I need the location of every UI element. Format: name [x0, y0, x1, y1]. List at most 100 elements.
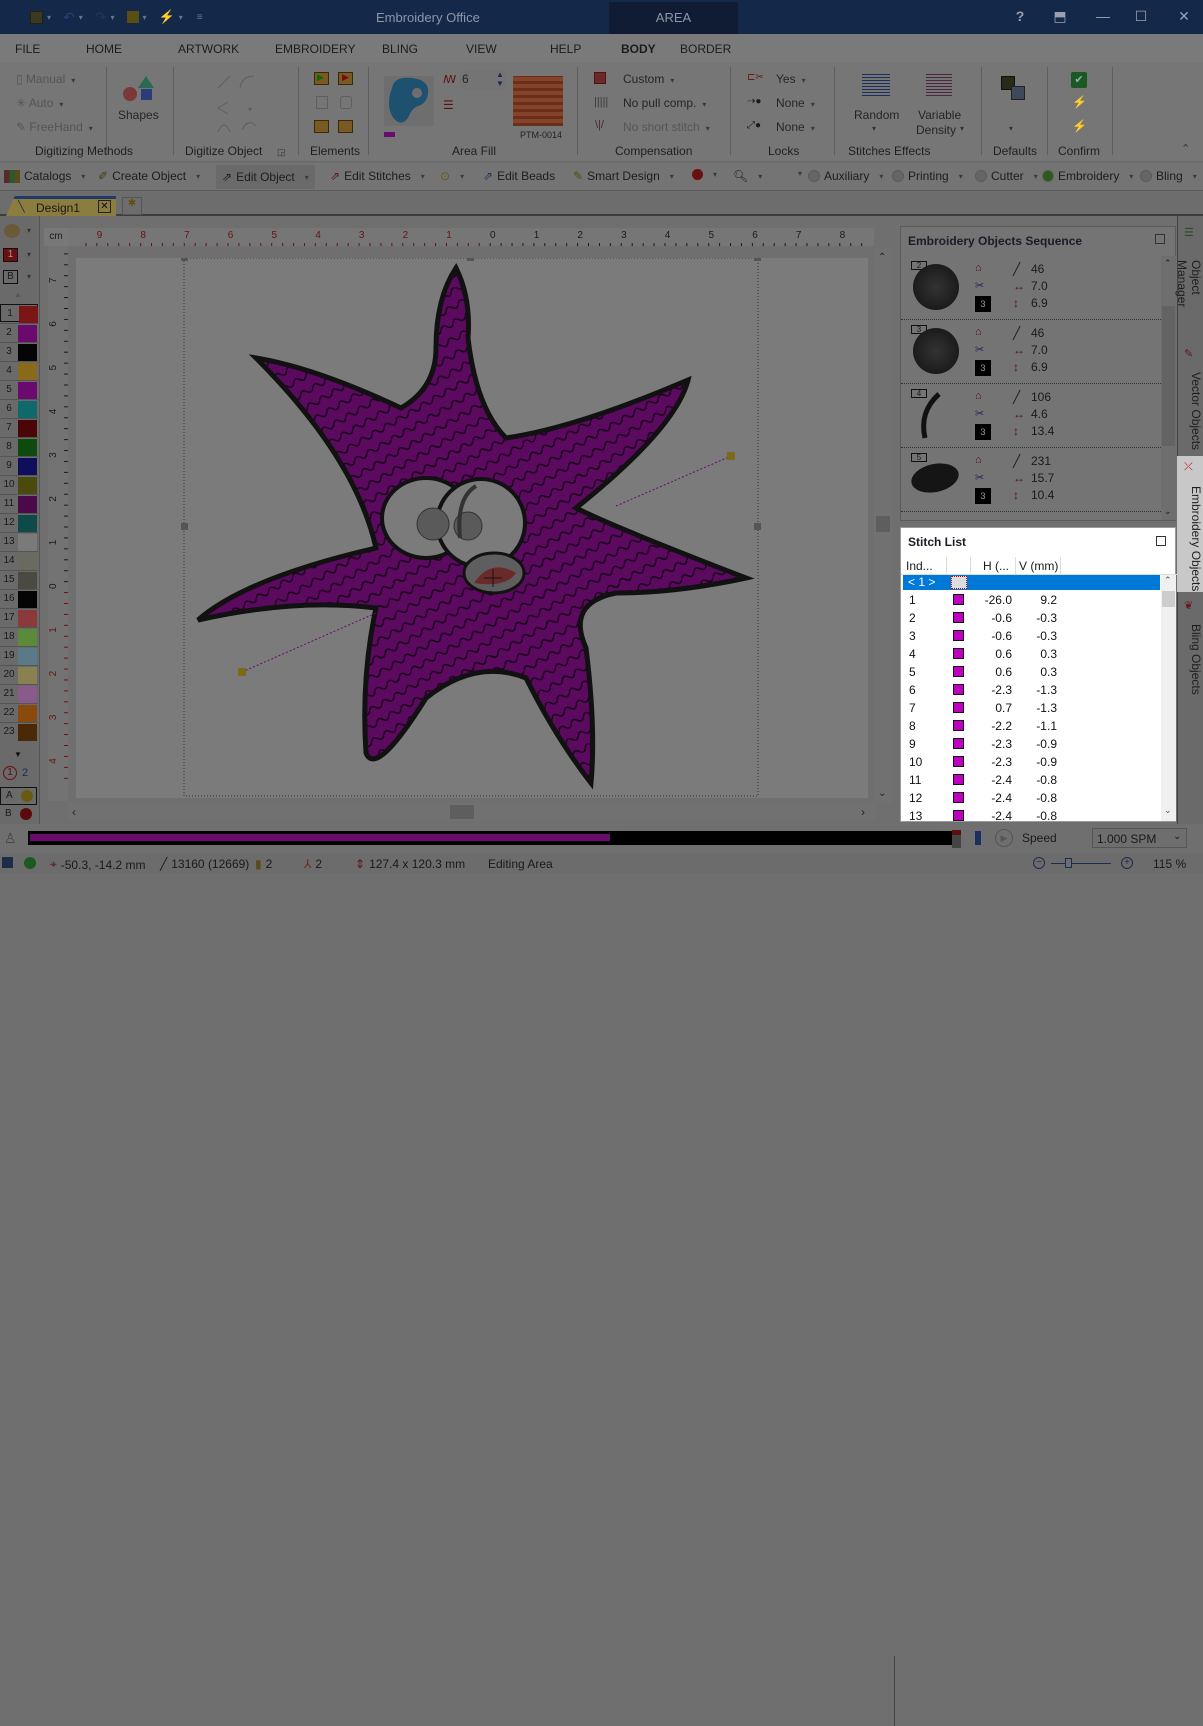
mode-auxiliary[interactable]: Auxiliary ▾	[808, 169, 883, 183]
column-vertical[interactable]: V (mm)	[1019, 559, 1058, 573]
menu-home[interactable]: HOME	[86, 42, 122, 56]
locks-start-dropdown[interactable]: None ▾	[776, 96, 815, 110]
restore-ribbon-button[interactable]: ⬒	[1050, 8, 1070, 25]
confirm-disabled-icon[interactable]: ⚡	[1072, 95, 1087, 109]
scroll-thumb[interactable]	[1162, 591, 1175, 607]
scroll-thumb[interactable]	[876, 516, 890, 532]
menu-body[interactable]: BODY	[621, 42, 656, 56]
stitch-progress-bar[interactable]	[28, 831, 953, 845]
density-input[interactable]: 6 ▲ ▼	[460, 70, 506, 90]
palette-color-6[interactable]: 6	[0, 399, 38, 418]
dialog-launcher-icon[interactable]: ◲	[277, 147, 286, 158]
locks-trim-dropdown[interactable]: Yes ▾	[776, 72, 806, 86]
palette-color-14[interactable]: 14	[0, 551, 38, 570]
fill-pattern-icon[interactable]	[314, 120, 329, 133]
menu-view[interactable]: VIEW	[466, 42, 497, 56]
scroll-down-icon[interactable]: ⌄	[878, 788, 886, 799]
scroll-thumb[interactable]	[1162, 306, 1175, 446]
tab-design1[interactable]: ╲ Design1 ✕	[6, 196, 116, 216]
chevron-down-icon[interactable]: ▾	[79, 13, 83, 22]
edit-beads-button[interactable]: ⇗ Edit Beads	[483, 169, 555, 183]
scroll-down-icon[interactable]: ⌄	[1164, 805, 1172, 816]
angle-handle[interactable]	[238, 668, 246, 676]
resize-handle[interactable]	[467, 254, 474, 261]
canvas-horizontal-scrollbar[interactable]: ‹ ›	[68, 803, 876, 821]
fill-pattern-preview[interactable]	[513, 76, 563, 126]
maximize-panel-icon[interactable]	[1156, 536, 1166, 546]
menu-bling[interactable]: BLING	[382, 42, 418, 56]
short-stitch-dropdown[interactable]: No short stitch ▾	[623, 120, 710, 134]
ruler-unit[interactable]: cm	[44, 228, 68, 246]
background-color-button[interactable]: B	[3, 270, 18, 284]
edit-object-button[interactable]: ⇗ Edit Object ▾	[216, 165, 315, 189]
palette-color-20[interactable]: 20	[0, 665, 38, 684]
stitch-row[interactable]: 12 -2.4 -0.8	[901, 789, 1160, 807]
side-tab-embroidery-objects[interactable]: Embroidery Objects	[1177, 456, 1203, 592]
chevron-down-icon[interactable]: ▾	[27, 226, 31, 235]
palette-color-19[interactable]: 19	[0, 646, 38, 665]
zoom-slider-thumb[interactable]	[1065, 858, 1072, 868]
locks-end-dropdown[interactable]: None ▾	[776, 120, 815, 134]
holes-icon[interactable]	[340, 96, 352, 109]
column-index[interactable]: Ind...	[906, 559, 933, 573]
stitch-row[interactable]: 13 -2.4 -0.8	[901, 807, 1160, 821]
close-button[interactable]: ✕	[1174, 8, 1194, 25]
speed-select[interactable]: 1.000 SPM ⌄	[1092, 828, 1187, 848]
mode-embroidery[interactable]: Embroidery ▾	[1042, 169, 1133, 183]
simulator-icon[interactable]: ♙	[4, 830, 17, 847]
palette-color-21[interactable]: 21	[0, 684, 38, 703]
menu-border[interactable]: BORDER	[680, 42, 731, 56]
auto-button[interactable]: ✳ Auto ▾	[16, 96, 63, 110]
stitch-row[interactable]: 10 -2.3 -0.9	[901, 753, 1160, 771]
minimize-button[interactable]: —	[1093, 8, 1113, 24]
help-button[interactable]: ?	[1010, 8, 1030, 24]
scroll-up-icon[interactable]: ⌃	[1164, 575, 1172, 586]
zoom-slider[interactable]	[1051, 863, 1111, 864]
zoom-out-icon[interactable]: −	[1033, 857, 1045, 869]
fill-color-swatch[interactable]	[384, 132, 395, 137]
zoom-in-icon[interactable]: +	[1121, 857, 1133, 869]
mode-bling[interactable]: Bling ▾	[1140, 169, 1197, 183]
fill-type-button[interactable]	[384, 76, 434, 126]
mode-more-dropdown[interactable]: ▾	[792, 169, 802, 178]
sequence-scrollbar[interactable]: ⌃ ⌄	[1161, 256, 1176, 520]
density-spinner[interactable]: ▲ ▼	[496, 70, 504, 88]
start-point-icon[interactable]: ▶	[314, 72, 329, 85]
freehand-button[interactable]: ✎ FreeHand ▾	[16, 120, 93, 134]
save-icon[interactable]	[30, 10, 43, 24]
scroll-thumb[interactable]	[450, 805, 474, 819]
stitch-row[interactable]: 7 0.7 -1.3	[901, 699, 1160, 717]
scroll-up-icon[interactable]: ▲	[14, 290, 22, 299]
magic-icon[interactable]: ⚡	[159, 9, 175, 25]
chevron-down-icon[interactable]: ▾	[179, 13, 183, 22]
resize-handle[interactable]	[754, 254, 761, 261]
palette-color-4[interactable]: 4	[0, 361, 38, 380]
angle-handle[interactable]	[727, 452, 735, 460]
palette-color-1[interactable]: 1	[0, 304, 38, 323]
resize-handle[interactable]	[181, 254, 188, 261]
scroll-right-icon[interactable]: ›	[861, 805, 865, 819]
stitch-row[interactable]: 9 -2.3 -0.9	[901, 735, 1160, 753]
edit-stitches-button[interactable]: ⇗ Edit Stitches ▾	[330, 169, 425, 183]
palette-color-17[interactable]: 17	[0, 608, 38, 627]
chevron-down-icon[interactable]: ▾	[27, 272, 31, 281]
palette-color-15[interactable]: 15	[0, 570, 38, 589]
stitch-row[interactable]: 8 -2.2 -1.1	[901, 717, 1160, 735]
stitch-list-scrollbar[interactable]: ⌃ ⌄	[1161, 575, 1176, 821]
mode-printing[interactable]: Printing ▾	[892, 169, 963, 183]
stitch-row[interactable]: 1 -26.0 9.2	[901, 591, 1160, 609]
palette-color-5[interactable]: 5	[0, 380, 38, 399]
palette-color-23[interactable]: 23	[0, 722, 38, 741]
stitch-row[interactable]: 4 0.6 0.3	[901, 645, 1160, 663]
undo-icon[interactable]: ↶	[63, 9, 75, 26]
shapes-button[interactable]: Shapes	[116, 74, 159, 130]
maximize-panel-icon[interactable]	[1155, 234, 1165, 244]
menu-file[interactable]: FILE	[15, 42, 40, 56]
left-pupil[interactable]	[416, 507, 450, 541]
defaults-button[interactable]: ▾	[997, 74, 1031, 136]
random-button[interactable]: Random ▾	[852, 74, 902, 136]
scroll-down-icon[interactable]: ▼	[14, 750, 22, 759]
scroll-up-icon[interactable]: ⌃	[1164, 258, 1172, 269]
smart-design-button[interactable]: ✎ Smart Design ▾	[573, 169, 674, 183]
pull-comp-dropdown[interactable]: No pull comp. ▾	[623, 96, 706, 110]
